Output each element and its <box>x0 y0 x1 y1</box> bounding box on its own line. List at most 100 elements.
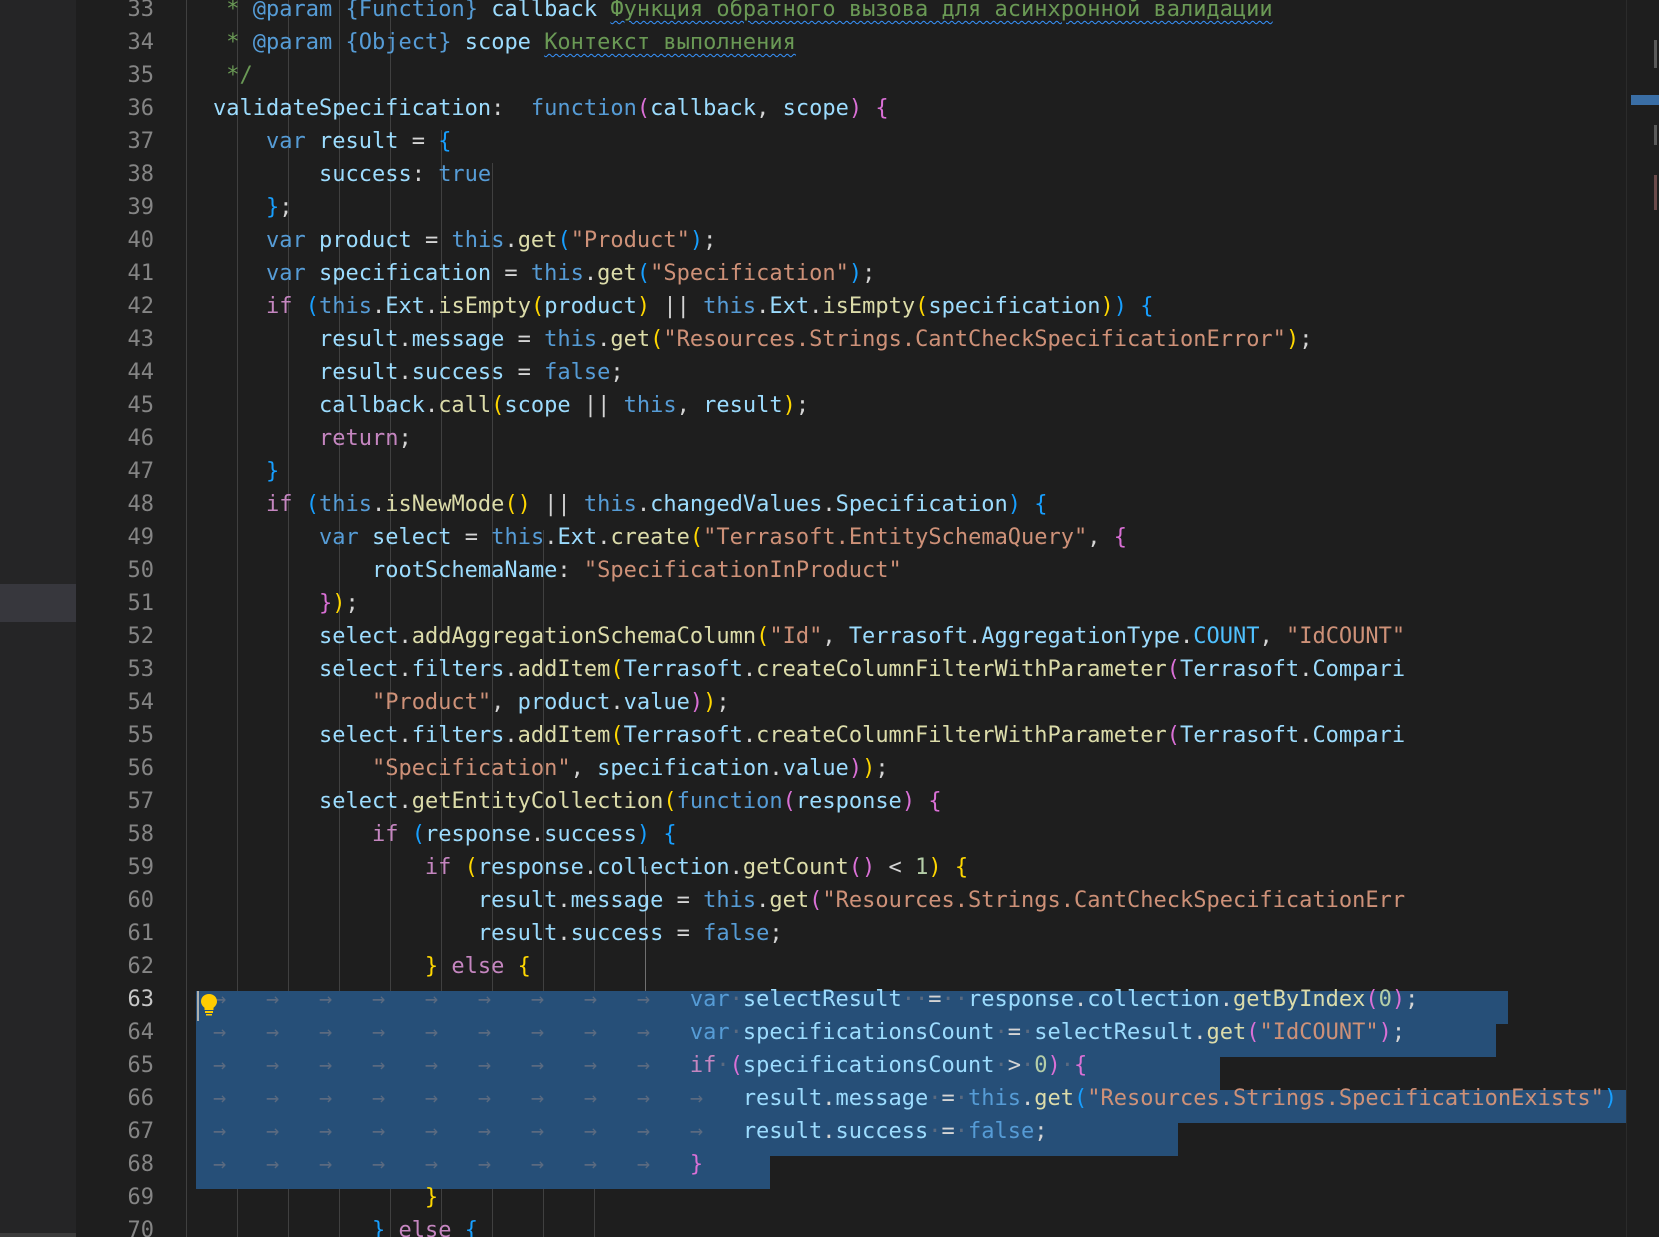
code-line[interactable]: 34 * @param {Object} scope Контекст выпо… <box>76 26 1626 59</box>
code-token: "Specification" <box>371 756 571 781</box>
code-line[interactable]: 52 select.addAggregationSchemaColumn("Id… <box>76 620 1626 653</box>
code-token: . <box>398 723 412 748</box>
code-line[interactable]: 58 if (response.success) { <box>76 818 1626 851</box>
line-number: 44 <box>127 360 155 385</box>
code-line[interactable]: 49 var select = this.Ext.create("Terraso… <box>76 521 1626 554</box>
code-line[interactable]: 55 select.filters.addItem(Terrasoft.crea… <box>76 719 1626 752</box>
code-line[interactable]: 51 }); <box>76 587 1626 620</box>
code-token: ) <box>1378 1020 1392 1045</box>
code-line[interactable]: 70 } else { <box>76 1214 1626 1237</box>
code-text: * @param {Object} scope Контекст выполне… <box>213 26 796 59</box>
code-line[interactable]: 65 → → → → → → → → → if·(specificationsCo… <box>76 1049 1626 1082</box>
code-token: ) <box>1007 492 1022 517</box>
line-number: 62 <box>127 954 155 979</box>
code-token: ; <box>279 195 293 220</box>
code-token: Compari <box>1312 657 1406 682</box>
code-token: this <box>703 888 757 913</box>
code-line[interactable]: 41 var specification = this.get("Specifi… <box>76 257 1626 290</box>
code-line[interactable]: 57 select.getEntityCollection(function(r… <box>76 785 1626 818</box>
code-token: "IdCOUNT" <box>1259 1020 1379 1045</box>
code-line[interactable]: 39 }; <box>76 191 1626 224</box>
code-token: · <box>928 1119 942 1144</box>
minimap[interactable] <box>1626 0 1659 1237</box>
code-token: success <box>835 1119 929 1144</box>
code-line[interactable]: 43 result.message = this.get("Resources.… <box>76 323 1626 356</box>
code-token: = <box>398 129 439 154</box>
code-line[interactable]: 35 */ <box>76 59 1626 92</box>
code-line[interactable]: 33 * @param {Function} callback Функция … <box>76 0 1626 26</box>
code-token: { <box>1074 1053 1088 1078</box>
code-text: * @param {Function} callback Функция обр… <box>213 0 1272 26</box>
code-token: ) <box>848 756 863 781</box>
code-token: result <box>477 921 558 946</box>
code-token: . <box>1193 1020 1207 1045</box>
code-token: 0 <box>1034 1053 1048 1078</box>
code-line[interactable]: 61 result.success = false; <box>76 917 1626 950</box>
code-line[interactable]: 45 callback.call(scope || this, result); <box>76 389 1626 422</box>
code-token: get <box>769 888 810 913</box>
code-text: } else { <box>213 950 531 983</box>
code-token: . <box>398 624 412 649</box>
code-line[interactable]: 53 select.filters.addItem(Terrasoft.crea… <box>76 653 1626 686</box>
code-token: response <box>968 987 1074 1012</box>
code-line[interactable]: 64 → → → → → → → → → var·specificationsCo… <box>76 1016 1626 1049</box>
code-line[interactable]: 47 } <box>76 455 1626 488</box>
code-token: callback <box>318 393 425 418</box>
code-line[interactable]: 44 result.success = false; <box>76 356 1626 389</box>
code-line[interactable]: 54 "Product", product.value)); <box>76 686 1626 719</box>
code-line[interactable]: 67 → → → → → → → → → → result.success·=·f… <box>76 1115 1626 1148</box>
code-token: else <box>451 954 505 979</box>
code-line[interactable]: 59 if (response.collection.getCount() < … <box>76 851 1626 884</box>
code-line[interactable]: 40 var product = this.get("Product"); <box>76 224 1626 257</box>
code-line[interactable]: 63 → → → → → → → → → var·selectResult··=·… <box>76 983 1626 1016</box>
code-token: Контекст выполнения <box>544 30 796 55</box>
code-token: . <box>742 657 757 682</box>
code-token: ( <box>557 228 571 253</box>
code-line[interactable]: 69 } <box>76 1181 1626 1214</box>
code-line[interactable]: 38 success: true <box>76 158 1626 191</box>
code-line[interactable]: 46 return; <box>76 422 1626 455</box>
code-token: ) <box>928 855 942 880</box>
minimap-marker <box>1654 40 1657 68</box>
code-line[interactable]: 42 if (this.Ext.isEmpty(product) || this… <box>76 290 1626 323</box>
code-line[interactable]: 50 rootSchemaName: "SpecificationInProdu… <box>76 554 1626 587</box>
code-line[interactable]: 60 result.message = this.get("Resources.… <box>76 884 1626 917</box>
code-line[interactable]: 66 → → → → → → → → → → result.message·=·t… <box>76 1082 1626 1115</box>
line-number: 60 <box>127 888 155 913</box>
code-line[interactable]: 56 "Specification", specification.value)… <box>76 752 1626 785</box>
lightbulb-icon[interactable] <box>198 992 220 1016</box>
code-token: ( <box>636 96 651 121</box>
code-token: { <box>954 855 969 880</box>
code-token: scope <box>504 393 571 418</box>
code-token: result <box>703 393 783 418</box>
activity-bar-active-item[interactable] <box>0 584 76 622</box>
minimap-marker <box>1654 175 1657 210</box>
code-token: ( <box>1166 723 1180 748</box>
code-token: → → → → → → → → → <box>213 987 690 1012</box>
code-token: "Resources.Strings.CantCheckSpecificatio… <box>663 327 1286 352</box>
code-line[interactable]: 37 var result = { <box>76 125 1626 158</box>
code-token: . <box>1219 987 1233 1012</box>
code-line[interactable]: 48 if (this.isNewMode() || this.changedV… <box>76 488 1626 521</box>
code-token: ; <box>703 228 717 253</box>
code-token: ) <box>1391 987 1406 1012</box>
code-line[interactable]: 62 } else { <box>76 950 1626 983</box>
line-number: 33 <box>127 0 155 22</box>
code-token: } <box>265 195 280 220</box>
code-token: rootSchemaName <box>371 558 558 583</box>
code-line[interactable]: 68 → → → → → → → → → } <box>76 1148 1626 1181</box>
code-token: . <box>398 789 412 814</box>
code-token: success <box>318 162 412 187</box>
code-editor[interactable]: 33 * @param {Function} callback Функция … <box>76 0 1626 1237</box>
code-token: ) <box>1285 327 1300 352</box>
code-line[interactable]: 36 validateSpecification: function(callba… <box>76 92 1626 125</box>
code-text: → → → → → → → → → → result.message·=·thi… <box>213 1082 1617 1115</box>
code-token: filters <box>411 723 505 748</box>
